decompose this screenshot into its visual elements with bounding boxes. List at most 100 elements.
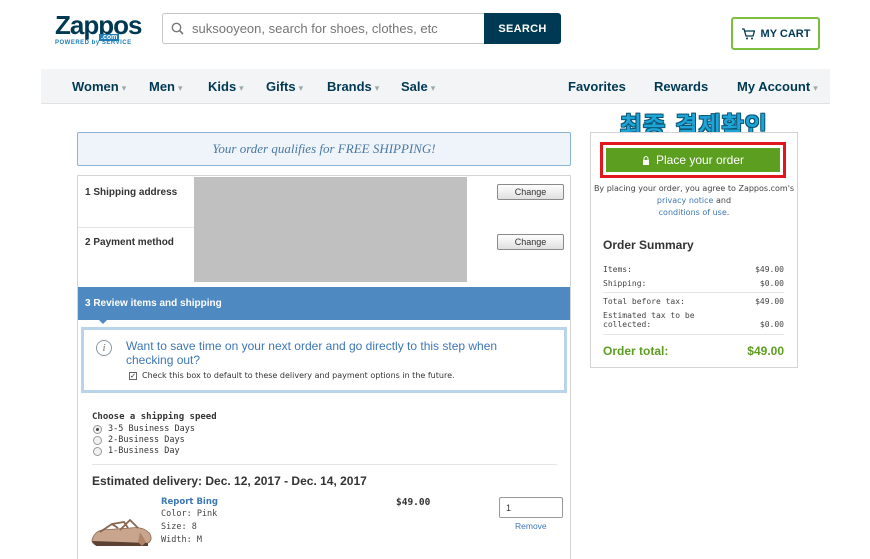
- checkout-panel: 1 Shipping address 2 Payment method Chan…: [77, 175, 571, 559]
- info-text: Want to save time on your next order and…: [126, 339, 498, 367]
- chevron-down-icon: ▾: [813, 83, 818, 93]
- search-box[interactable]: [162, 13, 484, 44]
- terms-and: and: [716, 196, 732, 205]
- shipping-speed-title: Choose a shipping speed: [92, 412, 217, 422]
- shipping-option-3-5-days[interactable]: 3-5 Business Days: [93, 424, 195, 434]
- chevron-down-icon: ▾: [298, 83, 304, 93]
- logo-tagline: POWERED by SERVICE: [55, 40, 132, 46]
- my-cart-button[interactable]: MY CART: [731, 17, 820, 50]
- nav-favorites-label: Favorites: [568, 79, 626, 94]
- nav-women[interactable]: Women ▾: [72, 79, 126, 94]
- step-review-header: 3 Review items and shipping: [78, 287, 570, 320]
- nav-sale[interactable]: Sale ▾: [401, 79, 435, 94]
- summary-tax-label: Estimated tax to be collected:: [603, 311, 695, 329]
- default-options-checkbox[interactable]: ✓: [129, 371, 137, 380]
- shipping-option-label: 3-5 Business Days: [108, 424, 195, 434]
- chevron-down-icon: ▾: [121, 83, 127, 93]
- redacted-address-payment: [194, 177, 467, 282]
- summary-shipping-label: Shipping:: [603, 279, 647, 288]
- logo-text: Zappos: [55, 10, 142, 40]
- shipping-option-label: 2-Business Days: [108, 435, 185, 445]
- privacy-notice-link[interactable]: privacy notice: [657, 196, 714, 205]
- nav-brands[interactable]: Brands ▾: [327, 79, 379, 94]
- cart-icon: [741, 27, 755, 39]
- highlight-box: Place your order: [600, 142, 786, 178]
- summary-before-tax-row: Total before tax: $49.00: [603, 297, 784, 306]
- step-divider: [78, 227, 194, 228]
- radio-button[interactable]: [93, 446, 102, 456]
- chevron-down-icon: ▾: [178, 83, 183, 93]
- item-color: Color: Pink: [161, 509, 218, 519]
- nav-rewards-label: Rewards: [654, 79, 709, 94]
- order-summary-panel: Place your order By placing your order, …: [590, 132, 798, 368]
- my-cart-label: MY CART: [760, 27, 811, 40]
- chevron-down-icon: ▾: [239, 83, 244, 93]
- summary-before-tax-value: $49.00: [755, 297, 784, 306]
- summary-shipping-value: $0.00: [759, 279, 784, 288]
- estimated-delivery: Estimated delivery: Dec. 12, 2017 - Dec.…: [92, 474, 367, 488]
- review-notch: [97, 318, 109, 324]
- product-image[interactable]: [90, 506, 154, 550]
- free-shipping-banner: Your order qualifies for FREE SHIPPING!: [77, 132, 571, 166]
- place-order-label: Place your order: [655, 153, 745, 167]
- item-width: Width: M: [161, 535, 202, 545]
- terms-period: .: [726, 208, 730, 217]
- summary-items-row: Items: $49.00: [603, 265, 784, 274]
- shipping-option-label: 1-Business Day: [108, 446, 180, 456]
- step-shipping-label: 1 Shipping address: [85, 187, 178, 198]
- divider: [92, 464, 557, 465]
- quantity-input[interactable]: [499, 497, 563, 518]
- radio-button[interactable]: [93, 435, 102, 445]
- chevron-down-icon: ▾: [374, 83, 380, 93]
- zappos-logo[interactable]: Zappos .com POWERED by SERVICE: [55, 10, 142, 52]
- nav-sale-label: Sale: [401, 79, 428, 94]
- order-total-label: Order total:: [603, 344, 669, 358]
- nav-my-account[interactable]: My Account ▾: [737, 79, 818, 94]
- place-order-button[interactable]: Place your order: [606, 148, 780, 172]
- summary-shipping-row: Shipping: $0.00: [603, 279, 784, 288]
- search-button[interactable]: SEARCH: [484, 13, 561, 44]
- order-total-row: Order total: $49.00: [603, 344, 784, 358]
- nav-kids-label: Kids: [208, 79, 237, 94]
- order-total-value: $49.00: [747, 344, 784, 358]
- shipping-option-2-days[interactable]: 2-Business Days: [93, 435, 185, 445]
- lock-icon: [642, 155, 649, 165]
- nav-gifts-label: Gifts: [266, 79, 296, 94]
- default-options-checkbox-row[interactable]: ✓ Check this box to default to these del…: [129, 371, 455, 380]
- summary-items-value: $49.00: [755, 265, 784, 274]
- chevron-down-icon: ▾: [430, 83, 436, 93]
- nav-kids[interactable]: Kids ▾: [208, 79, 244, 94]
- search-input[interactable]: [192, 21, 472, 36]
- save-time-info-box: i Want to save time on your next order a…: [81, 327, 567, 393]
- summary-tax-row: Estimated tax to be collected: $0.00: [603, 311, 784, 329]
- nav-brands-label: Brands: [327, 79, 372, 94]
- order-summary-title: Order Summary: [603, 238, 694, 252]
- logo-com: .com: [99, 34, 120, 41]
- step-payment-label: 2 Payment method: [85, 237, 174, 248]
- nav-men-label: Men: [149, 79, 175, 94]
- nav-women-label: Women: [72, 79, 119, 94]
- item-size: Size: 8: [161, 522, 197, 532]
- summary-tax-value: $0.00: [759, 320, 784, 329]
- item-price: $49.00: [396, 497, 431, 508]
- change-shipping-button[interactable]: Change: [497, 184, 564, 200]
- item-name-link[interactable]: Report Bing: [161, 497, 218, 507]
- divider: [603, 334, 784, 335]
- change-payment-button[interactable]: Change: [497, 234, 564, 250]
- shipping-option-1-day[interactable]: 1-Business Day: [93, 446, 180, 456]
- summary-items-label: Items:: [603, 265, 632, 274]
- nav-men[interactable]: Men ▾: [149, 79, 183, 94]
- conditions-of-use-link[interactable]: conditions of use: [659, 208, 727, 217]
- main-nav: Women ▾ Men ▾ Kids ▾ Gifts ▾ Brands ▾ Sale ▾ F…: [41, 69, 830, 104]
- info-icon: i: [96, 340, 112, 356]
- remove-item-link[interactable]: Remove: [515, 521, 547, 531]
- terms-agreement: By placing your order, you agree to Zapp…: [591, 183, 797, 219]
- radio-button-selected[interactable]: [93, 424, 102, 434]
- summary-before-tax-label: Total before tax:: [603, 297, 685, 306]
- nav-rewards[interactable]: Rewards: [654, 79, 708, 94]
- nav-gifts[interactable]: Gifts ▾: [266, 79, 303, 94]
- nav-my-account-label: My Account: [737, 79, 811, 94]
- terms-text: By placing your order, you agree to Zapp…: [593, 184, 795, 193]
- nav-favorites[interactable]: Favorites: [568, 79, 626, 94]
- search-icon: [171, 22, 184, 35]
